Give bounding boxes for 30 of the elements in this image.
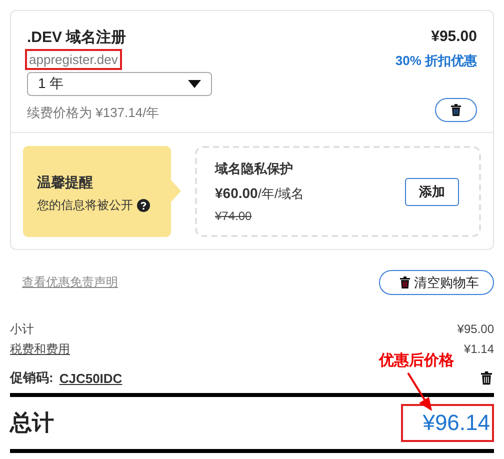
discount-label: 30% 折扣优惠 (395, 52, 477, 70)
domain-name: appregister.dev (25, 49, 122, 70)
notice-text: 您的信息将被公开 (37, 197, 133, 214)
help-icon[interactable] (137, 199, 150, 212)
add-button[interactable]: 添加 (405, 178, 459, 206)
trash-icon (400, 276, 410, 289)
caret-icon (188, 80, 201, 88)
offer-title: 域名隐私保护 (215, 160, 294, 178)
renewal-price: 续费价格为 ¥137.14/年 (27, 104, 160, 122)
clear-cart-button[interactable]: 清空购物车 (379, 270, 494, 295)
summary-label: 小计 (10, 321, 34, 338)
summary-value: ¥95.00 (457, 321, 494, 338)
summary-label[interactable]: 税费和费用 (10, 339, 70, 359)
offer-price: ¥60.00 (215, 185, 258, 201)
total-price: ¥96.14 (400, 404, 494, 442)
promo-label: 促销码: (10, 369, 54, 387)
notice-title: 温馨提醒 (37, 174, 94, 192)
price-unit: /年/域名 (258, 186, 304, 201)
product-title: .DEV 域名注册 (27, 28, 128, 47)
delete-icon[interactable] (481, 371, 492, 385)
item-price: ¥95.00 (431, 28, 477, 45)
summary-value: ¥1.14 (464, 341, 494, 358)
annotation-label: 优惠后价格 (379, 351, 454, 370)
disclaimer-link[interactable]: 查看优惠免责声明 (22, 274, 118, 291)
trash-icon (451, 104, 461, 116)
term-dropdown[interactable]: 1 年 (27, 72, 212, 96)
original-price: ¥74.00 (215, 209, 253, 223)
promo-code: CJC50IDC (59, 370, 124, 386)
delete-button[interactable] (435, 98, 477, 122)
total-label: 总计 (10, 409, 54, 437)
